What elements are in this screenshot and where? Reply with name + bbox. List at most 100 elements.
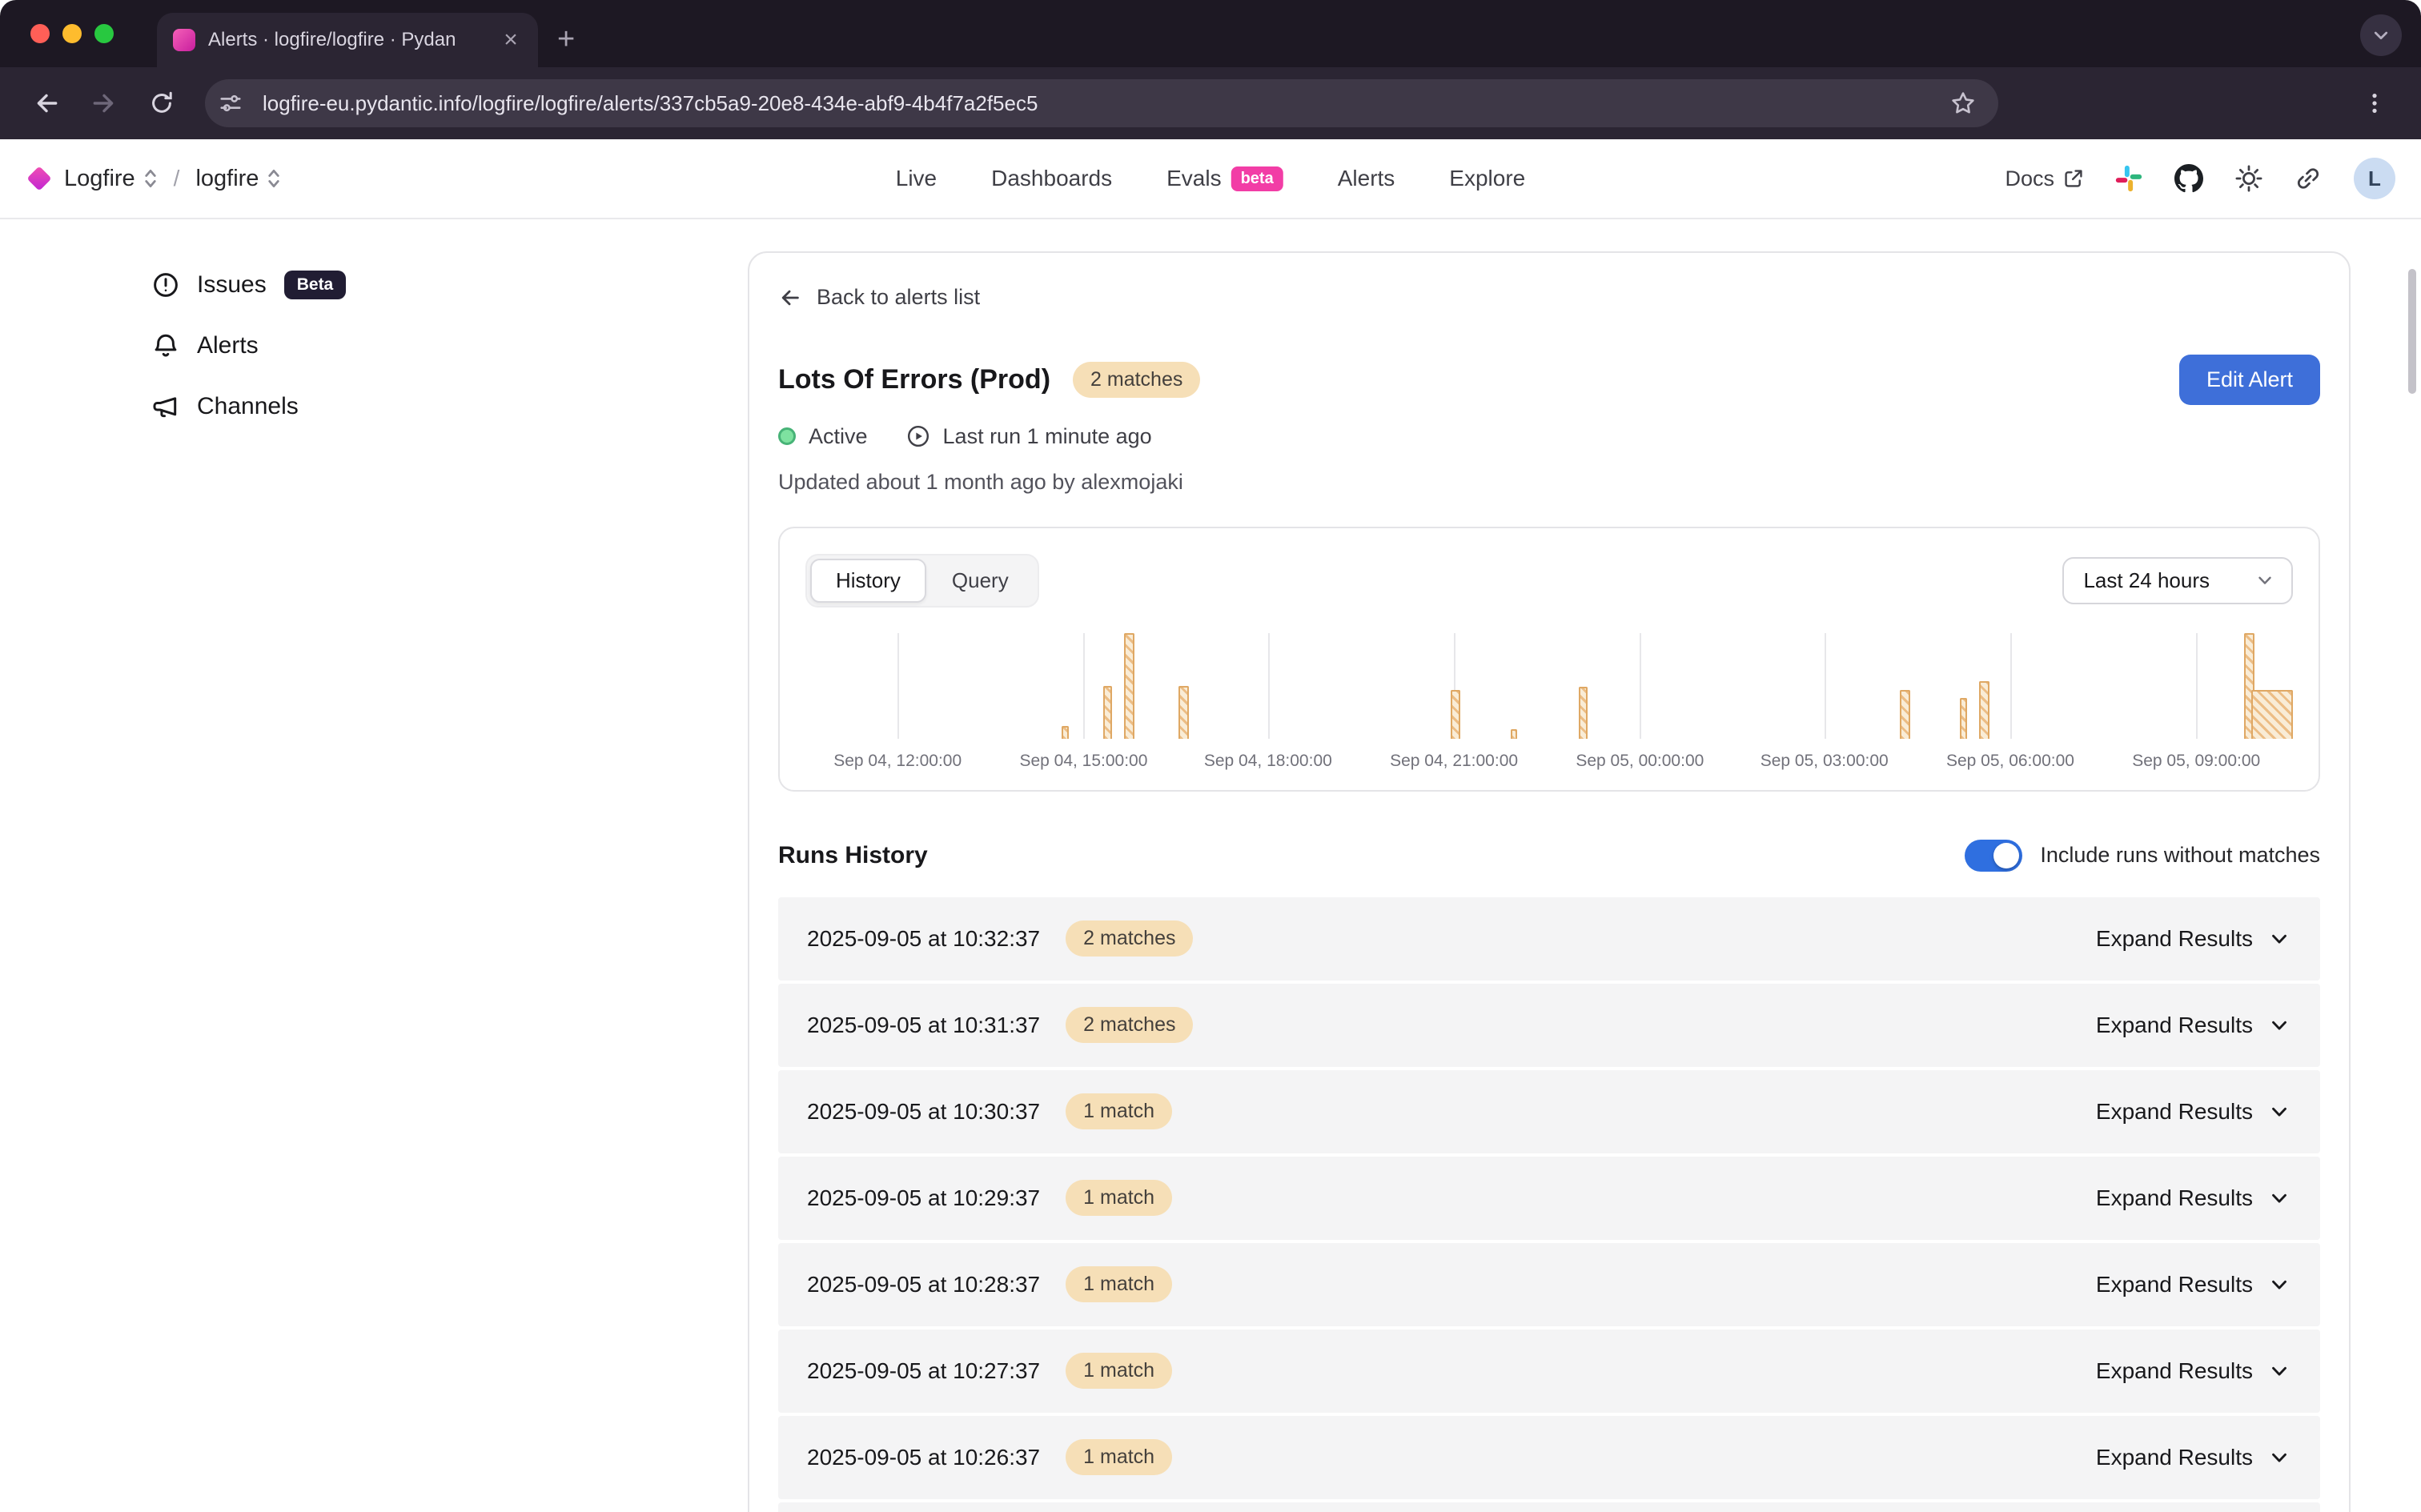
nav-dashboards[interactable]: Dashboards bbox=[991, 166, 1112, 191]
nav-live[interactable]: Live bbox=[896, 166, 937, 191]
org-name: Logfire bbox=[64, 166, 135, 192]
nav-evals[interactable]: Evalsbeta bbox=[1166, 166, 1283, 191]
run-matches-badge: 1 match bbox=[1066, 1093, 1172, 1129]
project-selector[interactable]: logfire bbox=[195, 166, 281, 192]
histogram-bar bbox=[1103, 686, 1112, 739]
run-matches-badge: 2 matches bbox=[1066, 1007, 1193, 1043]
reload-button[interactable] bbox=[138, 79, 186, 127]
histogram-bar bbox=[1900, 690, 1910, 739]
histogram-bar bbox=[1960, 698, 1967, 738]
alert-history-axis: Sep 04, 12:00:00Sep 04, 15:00:00Sep 04, … bbox=[805, 748, 2293, 774]
page-scrollbar[interactable] bbox=[2408, 269, 2416, 394]
chevron-down-icon bbox=[2267, 1273, 2291, 1297]
app-header: Logfire / logfire Live Dashboards Evalsb… bbox=[0, 139, 2421, 219]
theme-toggle[interactable] bbox=[2235, 165, 2262, 192]
axis-tick-label: Sep 04, 15:00:00 bbox=[1019, 752, 1147, 771]
docs-link[interactable]: Docs bbox=[2005, 166, 2083, 191]
browser-tabstrip: Alerts · logfire/logfire · Pydan × + bbox=[0, 0, 2421, 67]
expand-results-button[interactable]: Expand Results bbox=[2096, 1099, 2291, 1125]
time-range-select[interactable]: Last 24 hours bbox=[2062, 557, 2293, 604]
browser-tab[interactable]: Alerts · logfire/logfire · Pydan × bbox=[157, 13, 538, 67]
chart-gridline bbox=[1640, 633, 1641, 739]
nav-explore[interactable]: Explore bbox=[1449, 166, 1525, 191]
header-actions: Docs L bbox=[2005, 158, 2395, 199]
expand-results-button[interactable]: Expand Results bbox=[2096, 1445, 2291, 1470]
issues-beta-badge: Beta bbox=[284, 271, 347, 299]
history-chart-card: History Query Last 24 hours Sep 04, 12:0… bbox=[778, 527, 2320, 792]
share-link-button[interactable] bbox=[2295, 165, 2322, 192]
chart-toolbar: History Query Last 24 hours bbox=[805, 554, 2293, 608]
forward-button[interactable] bbox=[80, 79, 128, 127]
axis-tick-label: Sep 05, 09:00:00 bbox=[2132, 752, 2260, 771]
tab-close-icon[interactable]: × bbox=[496, 26, 525, 54]
tab-search-button[interactable] bbox=[2360, 14, 2402, 56]
runs-list: 2025-09-05 at 10:32:37 2 matches Expand … bbox=[778, 897, 2320, 1512]
axis-tick-label: Sep 05, 03:00:00 bbox=[1761, 752, 1889, 771]
active-status-dot bbox=[778, 427, 796, 445]
chart-gridline bbox=[2010, 633, 2012, 739]
evals-beta-badge: beta bbox=[1231, 166, 1283, 191]
sun-icon bbox=[2235, 165, 2262, 192]
chevron-up-down-icon bbox=[143, 167, 158, 190]
org-selector[interactable]: Logfire bbox=[64, 166, 158, 192]
browser-toolbar: logfire-eu.pydantic.info/logfire/logfire… bbox=[0, 67, 2421, 139]
chevron-down-icon bbox=[2267, 927, 2291, 951]
close-window-button[interactable] bbox=[30, 24, 50, 43]
bookmark-star-icon[interactable] bbox=[1944, 84, 1982, 122]
expand-results-button[interactable]: Expand Results bbox=[2096, 1013, 2291, 1038]
run-matches-badge: 1 match bbox=[1066, 1439, 1172, 1475]
histogram-bar bbox=[1451, 690, 1459, 739]
run-row: 2025-09-05 at 10:28:37 1 match Expand Re… bbox=[778, 1243, 2320, 1326]
url-text[interactable]: logfire-eu.pydantic.info/logfire/logfire… bbox=[263, 91, 1931, 116]
run-row: 2025-09-05 at 10:30:37 1 match Expand Re… bbox=[778, 1070, 2320, 1153]
back-button[interactable] bbox=[22, 79, 70, 127]
user-avatar[interactable]: L bbox=[2354, 158, 2395, 199]
include-runs-toggle[interactable] bbox=[1965, 840, 2022, 872]
expand-results-button[interactable]: Expand Results bbox=[2096, 1272, 2291, 1297]
traffic-lights bbox=[30, 24, 114, 43]
axis-tick-label: Sep 05, 00:00:00 bbox=[1576, 752, 1704, 771]
edit-alert-button[interactable]: Edit Alert bbox=[2179, 355, 2320, 405]
address-bar[interactable]: logfire-eu.pydantic.info/logfire/logfire… bbox=[205, 79, 1998, 127]
tab-query[interactable]: Query bbox=[926, 559, 1034, 603]
matches-badge: 2 matches bbox=[1073, 362, 1200, 398]
expand-results-button[interactable]: Expand Results bbox=[2096, 926, 2291, 952]
github-icon bbox=[2174, 164, 2203, 193]
axis-tick-label: Sep 05, 06:00:00 bbox=[1946, 752, 2074, 771]
expand-results-button[interactable]: Expand Results bbox=[2096, 1185, 2291, 1211]
run-timestamp: 2025-09-05 at 10:30:37 bbox=[807, 1099, 1040, 1125]
chevron-down-icon bbox=[2267, 1446, 2291, 1470]
slack-link[interactable] bbox=[2115, 165, 2142, 192]
zoom-window-button[interactable] bbox=[94, 24, 114, 43]
chart-gridline bbox=[1825, 633, 1826, 739]
last-run-label: Last run 1 minute ago bbox=[943, 424, 1152, 449]
site-info-icon[interactable] bbox=[211, 84, 250, 122]
runs-history-title: Runs History bbox=[778, 842, 928, 869]
expand-results-button[interactable]: Expand Results bbox=[2096, 1358, 2291, 1384]
histogram-bar bbox=[1579, 687, 1588, 739]
run-timestamp: 2025-09-05 at 10:27:37 bbox=[807, 1358, 1040, 1384]
slack-icon bbox=[2115, 165, 2142, 192]
project-name: logfire bbox=[195, 166, 259, 192]
browser-menu-button[interactable] bbox=[2351, 79, 2399, 127]
github-link[interactable] bbox=[2174, 164, 2203, 193]
time-range-value: Last 24 hours bbox=[2083, 568, 2210, 593]
run-matches-badge: 2 matches bbox=[1066, 920, 1193, 957]
histogram-bar bbox=[1979, 681, 1989, 738]
histogram-bar bbox=[1124, 633, 1134, 739]
minimize-window-button[interactable] bbox=[62, 24, 82, 43]
chart-gridline bbox=[1268, 633, 1270, 739]
run-row: 2025-09-05 at 10:31:37 2 matches Expand … bbox=[778, 984, 2320, 1067]
sidebar-item-alerts[interactable]: Alerts bbox=[152, 325, 748, 367]
new-tab-button[interactable]: + bbox=[557, 24, 575, 54]
run-row: 2025-09-05 at 10:25:37 1 match Expand Re… bbox=[778, 1502, 2320, 1512]
tab-history[interactable]: History bbox=[810, 559, 926, 603]
nav-alerts[interactable]: Alerts bbox=[1338, 166, 1395, 191]
run-timestamp: 2025-09-05 at 10:29:37 bbox=[807, 1185, 1040, 1211]
run-matches-badge: 1 match bbox=[1066, 1180, 1172, 1216]
main-column: Back to alerts list Lots Of Errors (Prod… bbox=[748, 219, 2351, 1512]
back-to-alerts-link[interactable]: Back to alerts list bbox=[778, 285, 980, 310]
sidebar-item-issues[interactable]: Issues Beta bbox=[152, 264, 748, 306]
chart-gridline bbox=[1083, 633, 1085, 739]
sidebar-item-channels[interactable]: Channels bbox=[152, 386, 748, 427]
